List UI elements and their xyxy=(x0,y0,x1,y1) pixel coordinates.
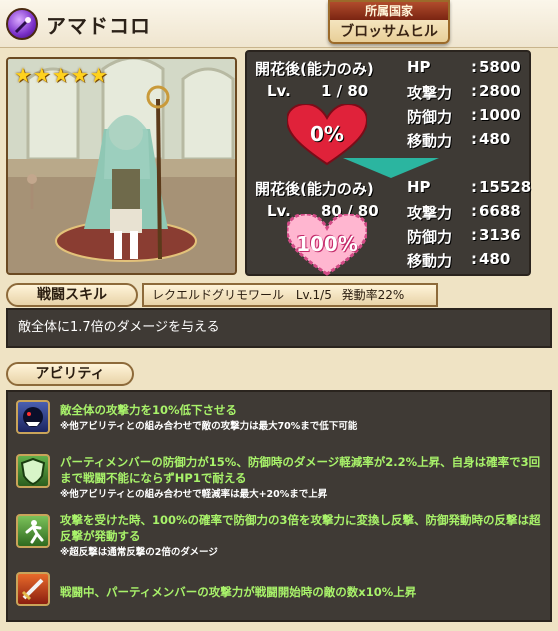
after-title: 開花後(能力のみ) xyxy=(255,180,374,198)
debuff-monster-icon xyxy=(16,400,50,434)
character-name: アマドコロ xyxy=(46,14,151,38)
before-level-value: 1 / 80 xyxy=(321,82,369,100)
before-def-colon: : xyxy=(471,106,477,124)
battle-skill-rate: 発動率22% xyxy=(341,288,405,302)
before-def-label: 防御力 xyxy=(407,108,453,126)
nation-plate: 所属国家 ブロッサムヒル xyxy=(328,0,450,44)
after-hp-value: 15528 xyxy=(479,178,532,196)
before-hp-label: HP xyxy=(407,58,431,76)
nation-name: ブロッサムヒル xyxy=(340,24,438,40)
before-title: 開花後(能力のみ) xyxy=(255,60,374,78)
counter-icon xyxy=(16,514,50,548)
after-atk-value: 6688 xyxy=(479,202,521,220)
after-def-label: 防御力 xyxy=(407,228,453,246)
rarity-stars: ★★★★★ xyxy=(14,63,109,87)
after-hp-colon: : xyxy=(471,178,477,196)
before-hp-colon: : xyxy=(471,58,477,76)
stats-panel: 開花後(能力のみ) Lv. 1 / 80 0% HP : 5800 攻撃力 : … xyxy=(245,50,531,276)
ability-1-note: ※他アビリティとの組み合わせで敵の攻撃力は最大70%まで低下可能 xyxy=(60,421,358,432)
ability-2-note: ※他アビリティとの組み合わせで軽減率は最大+20%まで上昇 xyxy=(60,489,328,500)
character-portrait: ★★★★★ xyxy=(6,57,237,275)
after-move-label: 移動力 xyxy=(407,252,453,270)
before-atk-label: 攻撃力 xyxy=(407,84,453,102)
battle-skill-tab[interactable]: 戦闘スキル xyxy=(6,283,138,307)
battle-skill-level: Lv.1/5 xyxy=(295,288,332,302)
ability-3-note: ※超反撃は通常反撃の2倍のダメージ xyxy=(60,547,218,558)
after-def-colon: : xyxy=(471,226,477,244)
shield-icon xyxy=(16,454,50,488)
after-hp-label: HP xyxy=(407,178,431,196)
after-affection-value: 100% xyxy=(296,232,358,256)
before-level-label: Lv. xyxy=(267,82,291,100)
abilities-panel: 敵全体の攻撃力を10%低下させる ※他アビリティとの組み合わせで敵の攻撃力は最大… xyxy=(6,390,552,622)
before-move-label: 移動力 xyxy=(407,132,453,150)
after-move-colon: : xyxy=(471,250,477,268)
abilities-tab[interactable]: アビリティ xyxy=(6,362,134,386)
before-affection-value: 0% xyxy=(310,122,344,146)
battle-skill-box: 敵全体に1.7倍のダメージを与える xyxy=(6,308,552,348)
nation-label: 所属国家 xyxy=(330,2,448,20)
before-def-value: 1000 xyxy=(479,106,521,124)
battle-skill-name: レクエルドグリモワール xyxy=(152,288,285,302)
after-atk-colon: : xyxy=(471,202,477,220)
before-hp-value: 5800 xyxy=(479,58,521,76)
after-move-value: 480 xyxy=(479,250,511,268)
sword-icon xyxy=(16,572,50,606)
before-atk-colon: : xyxy=(471,82,477,100)
before-move-value: 480 xyxy=(479,130,511,148)
ability-2-text: パーティメンバーの防御力が15%、防御時のダメージ軽減率が2.2%上昇、自身は確… xyxy=(60,455,541,485)
ability-4-text: 戦闘中、パーティメンバーの攻撃力が戦闘開始時の敵の数x10%上昇 xyxy=(60,585,417,599)
after-atk-label: 攻撃力 xyxy=(407,204,453,222)
battle-skill-header: レクエルドグリモワール Lv.1/5 発動率22% xyxy=(142,283,438,307)
before-move-colon: : xyxy=(471,130,477,148)
ability-1-text: 敵全体の攻撃力を10%低下させる xyxy=(60,403,238,417)
portrait-scene xyxy=(8,59,235,273)
ability-3-text: 攻撃を受けた時、100%の確率で防御力の3倍を攻撃力に変換し反撃、防御発動時の反… xyxy=(60,513,541,543)
after-def-value: 3136 xyxy=(479,226,521,244)
battle-skill-description: 敵全体に1.7倍のダメージを与える xyxy=(18,320,220,335)
magic-wand-icon xyxy=(6,8,38,40)
before-atk-value: 2800 xyxy=(479,82,521,100)
